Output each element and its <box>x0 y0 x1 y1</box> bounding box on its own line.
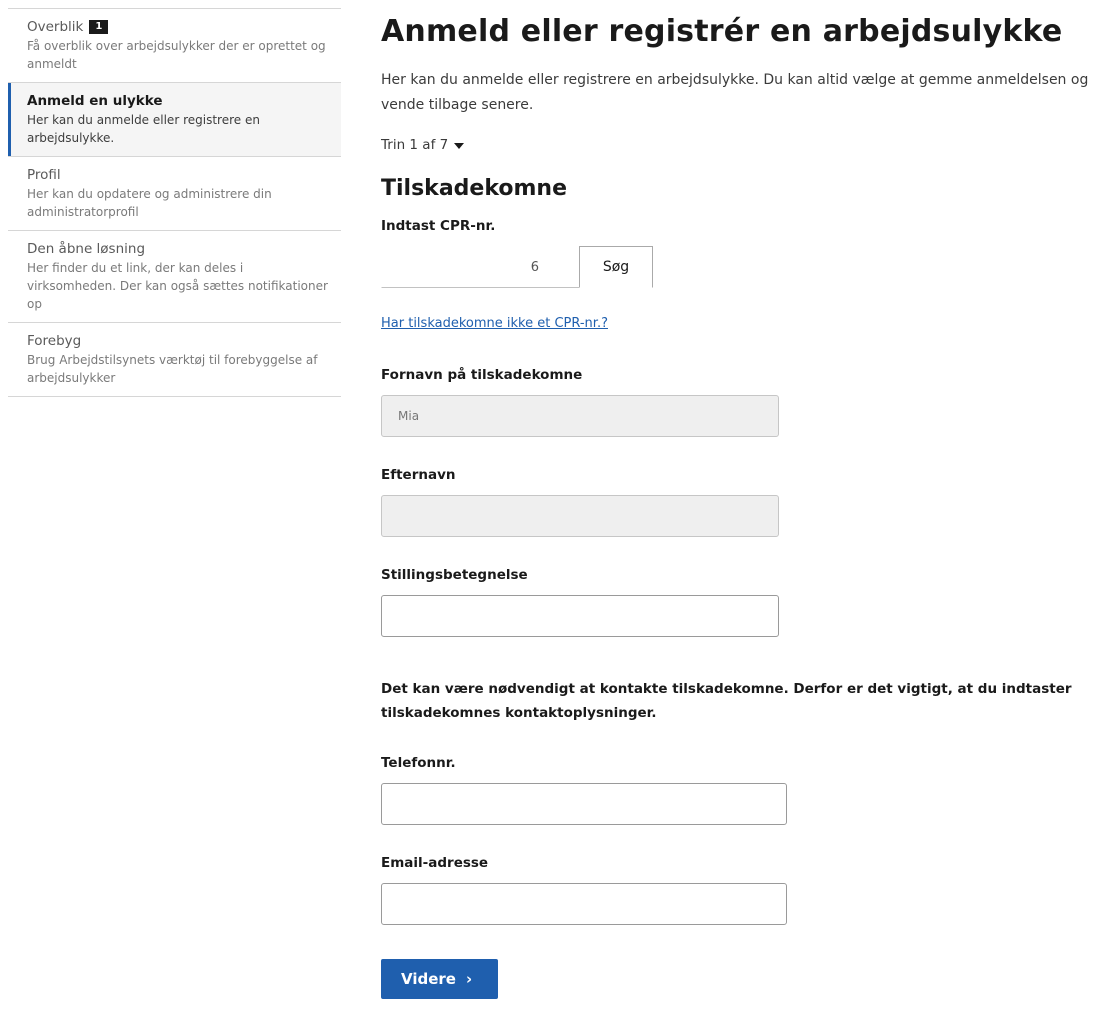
chevron-right-icon: › <box>465 970 473 988</box>
next-button[interactable]: Videre › <box>381 959 499 999</box>
step-selector[interactable]: Trin 1 af 7 <box>381 137 465 153</box>
search-button[interactable]: Søg <box>579 246 653 288</box>
sidebar-item-title: Den åbne løsning <box>27 241 146 257</box>
email-label: Email-adresse <box>381 855 489 871</box>
sidebar-item-title: Anmeld en ulykke <box>27 93 163 109</box>
lastname-field: Efternavn <box>381 467 1101 537</box>
section-title: Tilskadekomne <box>381 176 567 201</box>
phone-field: Telefonnr. <box>381 755 1101 825</box>
jobtitle-input[interactable] <box>381 595 779 637</box>
cpr-input[interactable] <box>381 246 579 288</box>
contact-note: Det kan være nødvendigt at kontakte tils… <box>381 681 1072 721</box>
lastname-label: Efternavn <box>381 467 456 483</box>
sidebar-item-title: Profil <box>27 167 61 183</box>
sidebar-item-profil[interactable]: Profil Her kan du opdatere og administre… <box>8 157 341 231</box>
sidebar-item-aabne-loesning[interactable]: Den åbne løsning Her finder du et link, … <box>8 231 341 323</box>
sidebar-item-desc: Få overblik over arbejdsulykker der er o… <box>27 39 326 71</box>
sidebar-nav: Overblik 1 Få overblik over arbejdsulykk… <box>8 8 341 397</box>
phone-input[interactable] <box>381 783 787 825</box>
next-button-label: Videre <box>401 970 456 988</box>
page-title: Anmeld eller registrér en arbejdsulykke <box>381 14 1063 49</box>
sidebar-item-desc: Brug Arbejdstilsynets værktøj til foreby… <box>27 353 318 385</box>
cpr-field: Indtast CPR-nr. Søg <box>381 218 1101 288</box>
sidebar-item-title: Forebyg <box>27 333 82 349</box>
cpr-label: Indtast CPR-nr. <box>381 218 496 234</box>
firstname-input[interactable] <box>381 395 779 437</box>
sidebar-item-desc: Her finder du et link, der kan deles i v… <box>27 261 328 311</box>
email-input[interactable] <box>381 883 787 925</box>
firstname-field: Fornavn på tilskadekomne <box>381 367 1101 437</box>
no-cpr-link[interactable]: Har tilskadekomne ikke et CPR-nr.? <box>381 316 608 331</box>
jobtitle-field: Stillingsbetegnelse <box>381 567 1101 637</box>
sidebar-item-anmeld[interactable]: Anmeld en ulykke Her kan du anmelde elle… <box>8 83 341 157</box>
notification-badge: 1 <box>89 20 109 34</box>
sidebar-item-title: Overblik <box>27 19 84 35</box>
email-field: Email-adresse <box>381 855 1101 925</box>
sidebar-item-overblik[interactable]: Overblik 1 Få overblik over arbejdsulykk… <box>8 9 341 83</box>
sidebar-item-forebyg[interactable]: Forebyg Brug Arbejdstilsynets værktøj ti… <box>8 323 341 397</box>
caret-down-icon <box>454 143 465 149</box>
jobtitle-label: Stillingsbetegnelse <box>381 567 528 583</box>
phone-label: Telefonnr. <box>381 755 456 771</box>
sidebar-item-desc: Her kan du opdatere og administrere din … <box>27 187 272 219</box>
page-intro: Her kan du anmelde eller registrere en a… <box>381 72 1089 113</box>
step-label: Trin 1 af 7 <box>381 137 449 153</box>
sidebar-item-desc: Her kan du anmelde eller registrere en a… <box>27 113 260 145</box>
lastname-input[interactable] <box>381 495 779 537</box>
firstname-label: Fornavn på tilskadekomne <box>381 367 583 383</box>
main-content: Anmeld eller registrér en arbejdsulykke … <box>381 14 1101 999</box>
